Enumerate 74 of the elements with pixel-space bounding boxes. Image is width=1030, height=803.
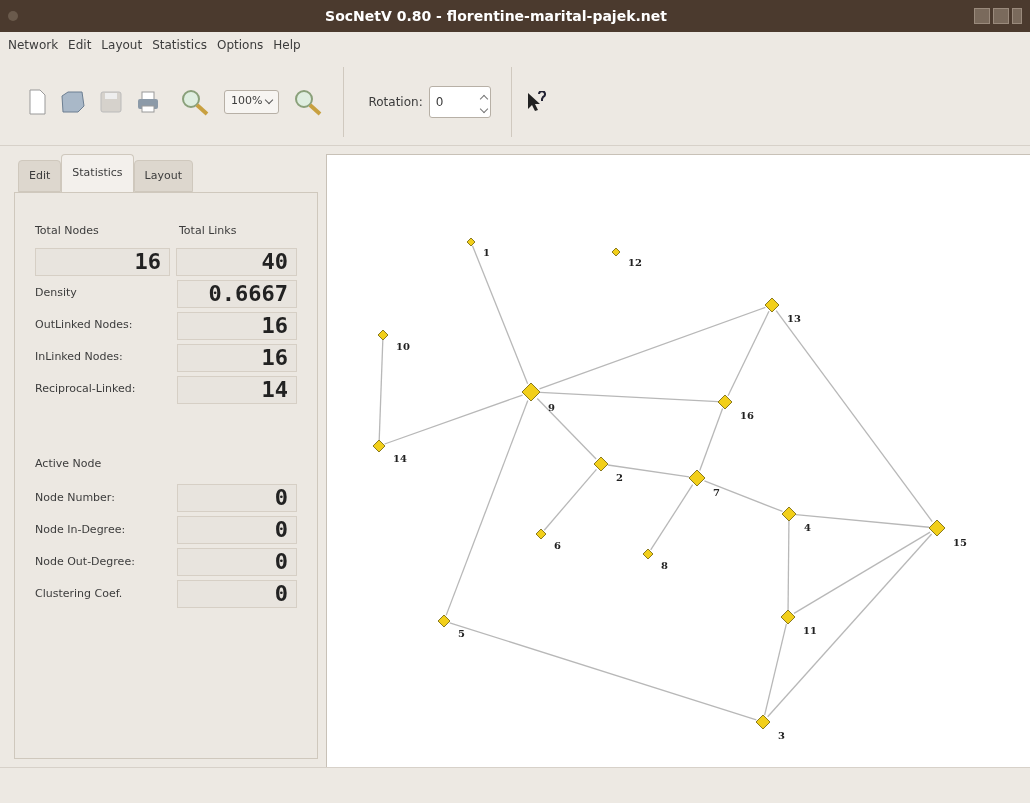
- menu-item[interactable]: Network: [8, 36, 59, 54]
- node-label: 7: [713, 487, 720, 498]
- stat-label: Node Out-Degree:: [35, 553, 136, 570]
- node-label: 5: [458, 628, 465, 639]
- graph-node[interactable]: [377, 329, 389, 341]
- graph-node[interactable]: [717, 394, 733, 410]
- zoom-in-icon[interactable]: [180, 87, 210, 116]
- node-label: 1: [483, 247, 490, 258]
- stat-label: Total Nodes: [35, 223, 100, 239]
- graph-node[interactable]: [466, 237, 476, 247]
- printer-icon[interactable]: [136, 89, 160, 114]
- node-label: 14: [393, 453, 407, 464]
- tab[interactable]: Edit: [18, 160, 62, 192]
- graph-node[interactable]: [781, 506, 797, 522]
- lcd-display: 14: [176, 375, 297, 404]
- window-title: SocNetV 0.80 - florentine-marital-pajek.net: [324, 6, 668, 26]
- stat-label: OutLinked Nodes:: [35, 317, 134, 334]
- node-label: 12: [628, 257, 642, 268]
- lcd-display: 16: [176, 311, 297, 340]
- graph-node[interactable]: [764, 297, 780, 313]
- graph-node[interactable]: [780, 609, 796, 625]
- edge-line: [699, 407, 724, 472]
- stat-label: Node Number:: [35, 489, 116, 506]
- tab[interactable]: Layout: [133, 160, 193, 192]
- node-label: 15: [953, 537, 967, 548]
- node-label: 11: [803, 625, 817, 636]
- lcd-display: 0: [176, 548, 297, 576]
- node-label: 16: [740, 410, 754, 421]
- stat-label: Clustering Coef.: [35, 585, 124, 602]
- lcd-display: 0: [176, 484, 297, 512]
- graph-node[interactable]: [593, 456, 609, 472]
- graph-node[interactable]: [535, 528, 547, 540]
- graph-node[interactable]: [688, 469, 706, 487]
- stat-label: Reciprocal-Linked:: [35, 381, 137, 398]
- graph-node[interactable]: [437, 614, 451, 628]
- lcd-display: 0.6667: [176, 279, 297, 308]
- node-label: 8: [661, 560, 668, 571]
- graph-node[interactable]: [928, 519, 946, 537]
- edge-line: [543, 468, 598, 531]
- whats-this-icon[interactable]: [525, 90, 546, 113]
- menu-item[interactable]: Layout: [101, 36, 143, 54]
- graph-node[interactable]: [611, 247, 621, 257]
- folder-icon[interactable]: [60, 89, 86, 114]
- zoom-out-icon[interactable]: [293, 87, 324, 116]
- graph-node[interactable]: [642, 548, 654, 560]
- node-label: 6: [554, 540, 561, 551]
- graph-node[interactable]: [521, 382, 541, 402]
- zoom-select[interactable]: 100%: [224, 89, 280, 114]
- lcd-display: 40: [175, 247, 297, 276]
- stat-label: Node In-Degree:: [35, 521, 127, 538]
- node-label: 10: [396, 341, 410, 352]
- menu-item[interactable]: Options: [217, 36, 264, 54]
- lcd-display: 0: [176, 516, 297, 544]
- menu-item[interactable]: Statistics: [152, 36, 207, 54]
- lcd-display: 16: [35, 247, 170, 276]
- node-label: 13: [787, 313, 801, 324]
- node-label: 3: [778, 730, 785, 741]
- section-heading: Active Node: [35, 455, 103, 472]
- node-label: 2: [616, 472, 623, 483]
- tab[interactable]: Statistics: [61, 154, 134, 192]
- stat-label: Total Links: [179, 223, 237, 239]
- stat-label: InLinked Nodes:: [35, 349, 124, 366]
- edge-line: [650, 484, 694, 551]
- node-label: 4: [804, 522, 811, 533]
- lcd-display: 0: [176, 580, 297, 608]
- menu-item[interactable]: Help: [273, 36, 301, 54]
- menu-item[interactable]: Edit: [68, 36, 92, 54]
- graph-node[interactable]: [755, 714, 771, 730]
- rotation-spinbox[interactable]: 0: [428, 85, 491, 118]
- rotation-label: Rotation:: [368, 93, 423, 111]
- graph-node[interactable]: [372, 439, 386, 453]
- node-label: 9: [548, 402, 555, 413]
- stat-label: Density: [35, 285, 78, 302]
- lcd-display: 16: [176, 343, 297, 372]
